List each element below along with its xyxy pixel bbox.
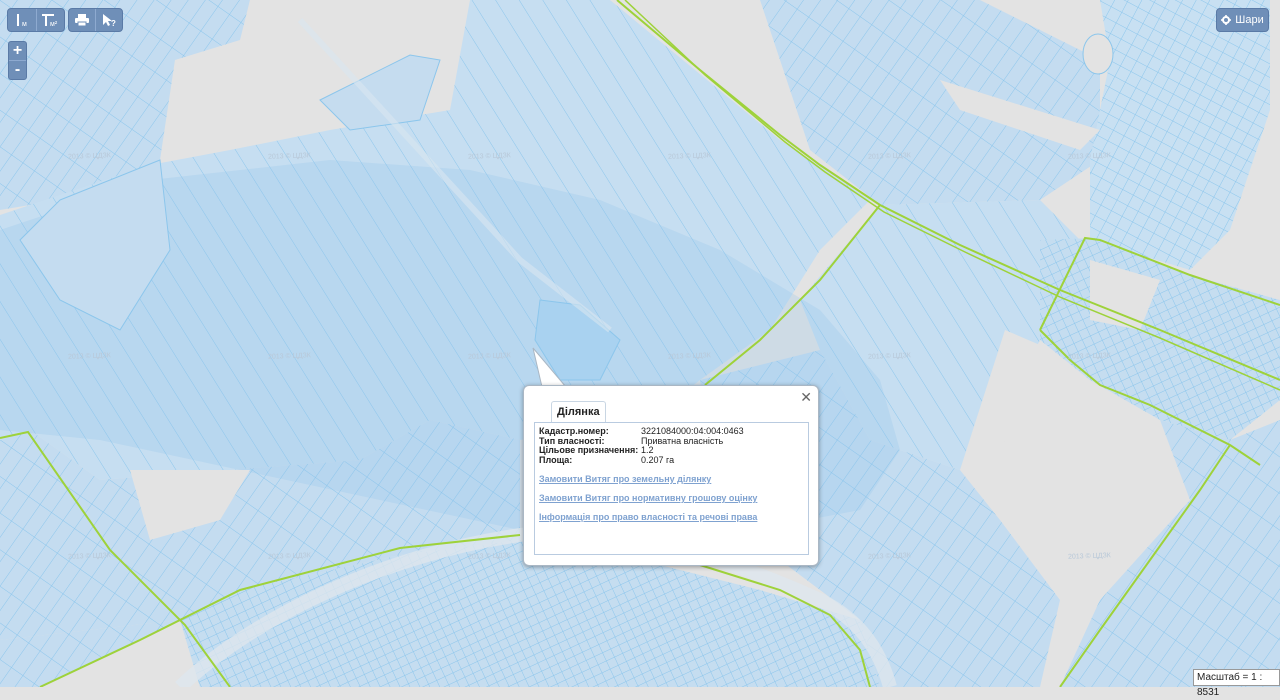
watermark: 2013 © ЦДЗК <box>667 352 711 361</box>
measure-length-button[interactable]: м <box>8 9 37 31</box>
ruler-area-icon: м² <box>42 14 58 28</box>
measure-toolbar: м м² <box>7 8 65 32</box>
watermark: 2013 © ЦДЗК <box>1067 352 1111 361</box>
ruler-line-icon: м <box>16 14 27 28</box>
watermark: 2013 © ЦДЗК <box>67 352 111 361</box>
zoom-in-button[interactable]: + <box>9 42 26 61</box>
parcel-area <box>1090 0 1270 270</box>
map-canvas[interactable]: 2013 © ЦДЗК 2013 © ЦДЗК 2013 © ЦДЗК 2013… <box>0 0 1280 687</box>
tools-toolbar: ? <box>68 8 123 32</box>
ownership-info-link[interactable]: Інформація про право власності та речові… <box>539 512 804 522</box>
watermark: 2013 © ЦДЗК <box>867 152 911 161</box>
svg-text:м²: м² <box>50 21 58 28</box>
order-parcel-extract-link[interactable]: Замовити Витяг про земельну ділянку <box>539 474 804 484</box>
order-valuation-extract-link[interactable]: Замовити Витяг про нормативну грошову оц… <box>539 493 804 503</box>
watermark: 2013 © ЦДЗК <box>267 152 311 161</box>
watermark: 2013 © ЦДЗК <box>467 552 511 561</box>
scale-indicator: Масштаб = 1 : 8531 <box>1193 669 1280 698</box>
layers-label: Шари <box>1235 14 1264 26</box>
parcel-info-content: Кадастр.номер: 3221084000:04:004:0463 Тип… <box>534 422 809 555</box>
watermark: 2013 © ЦДЗК <box>467 152 511 161</box>
svg-text:?: ? <box>111 19 116 27</box>
gear-icon <box>1221 15 1232 25</box>
identify-button[interactable]: ? <box>96 9 122 31</box>
pond <box>1082 33 1114 75</box>
watermark: 2013 © ЦДЗК <box>67 152 111 161</box>
print-button[interactable] <box>69 9 96 31</box>
cadastral-map-layer <box>0 0 1280 687</box>
watermark: 2013 © ЦДЗК <box>267 352 311 361</box>
info-row-area: Площа: 0.207 га <box>539 454 675 465</box>
watermark: 2013 © ЦДЗК <box>267 552 311 561</box>
watermark: 2013 © ЦДЗК <box>67 552 111 561</box>
printer-icon <box>75 14 89 26</box>
popup-pointer <box>532 347 568 389</box>
watermark: 2013 © ЦДЗК <box>467 352 511 361</box>
zoom-out-button[interactable]: - <box>9 61 26 79</box>
parcel-info-popup: ✕ Ділянка Кадастр.номер: 3221084000:04:00… <box>523 385 819 566</box>
svg-text:м: м <box>22 21 27 28</box>
close-icon[interactable]: ✕ <box>800 389 812 406</box>
measure-area-button[interactable]: м² <box>37 9 65 31</box>
watermark: 2013 © ЦДЗК <box>1067 152 1111 161</box>
watermark: 2013 © ЦДЗК <box>667 152 711 161</box>
watermark: 2013 © ЦДЗК <box>867 552 911 561</box>
watermark: 2013 © ЦДЗК <box>867 352 911 361</box>
watermark: 2013 © ЦДЗК <box>1067 552 1111 561</box>
pointer-question-icon: ? <box>103 14 116 27</box>
zoom-control: + - <box>8 41 27 80</box>
layers-button[interactable]: Шари <box>1216 8 1269 32</box>
tab-parcel[interactable]: Ділянка <box>551 401 606 422</box>
